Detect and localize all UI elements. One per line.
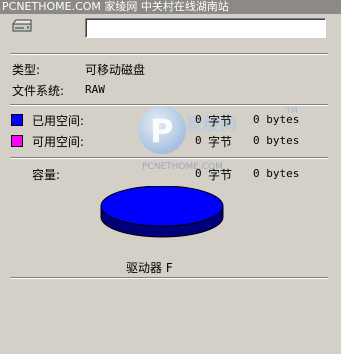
site-watermark-bar: PCNETHOME.COM 家绫网 中关村在线湖南站 xyxy=(0,0,341,14)
used-space-bytes: 0 xyxy=(195,113,202,126)
free-space-unit: 字节 xyxy=(208,135,233,149)
separator xyxy=(10,104,328,106)
separator xyxy=(10,53,328,55)
disk-usage-pie-chart xyxy=(100,186,224,238)
capacity-short: 0 bytes xyxy=(253,167,300,180)
capacity-bytes: 0 xyxy=(195,167,202,180)
capacity-label: 容量: xyxy=(32,168,61,182)
used-space-label: 已用空间: xyxy=(32,114,85,128)
drive-name-input[interactable] xyxy=(85,18,326,38)
capacity-unit: 字节 xyxy=(208,168,233,182)
used-space-short: 0 bytes xyxy=(253,113,300,126)
free-space-short: 0 bytes xyxy=(253,134,300,147)
used-space-swatch xyxy=(11,114,23,126)
removable-drive-icon xyxy=(10,18,34,36)
type-value: 可移动磁盘 xyxy=(85,63,146,77)
type-label: 类型: xyxy=(12,63,41,77)
drive-label: 驱动器 F xyxy=(126,261,173,275)
free-space-bytes: 0 xyxy=(195,134,202,147)
separator xyxy=(10,277,328,279)
pie-slice-used xyxy=(100,186,224,227)
used-space-unit: 字节 xyxy=(208,114,233,128)
filesystem-value: RAW xyxy=(85,83,105,96)
filesystem-label: 文件系统: xyxy=(12,84,65,98)
site-logo-letter: P xyxy=(150,112,174,150)
free-space-label: 可用空间: xyxy=(32,135,85,149)
free-space-swatch xyxy=(11,135,23,147)
separator xyxy=(10,157,328,159)
